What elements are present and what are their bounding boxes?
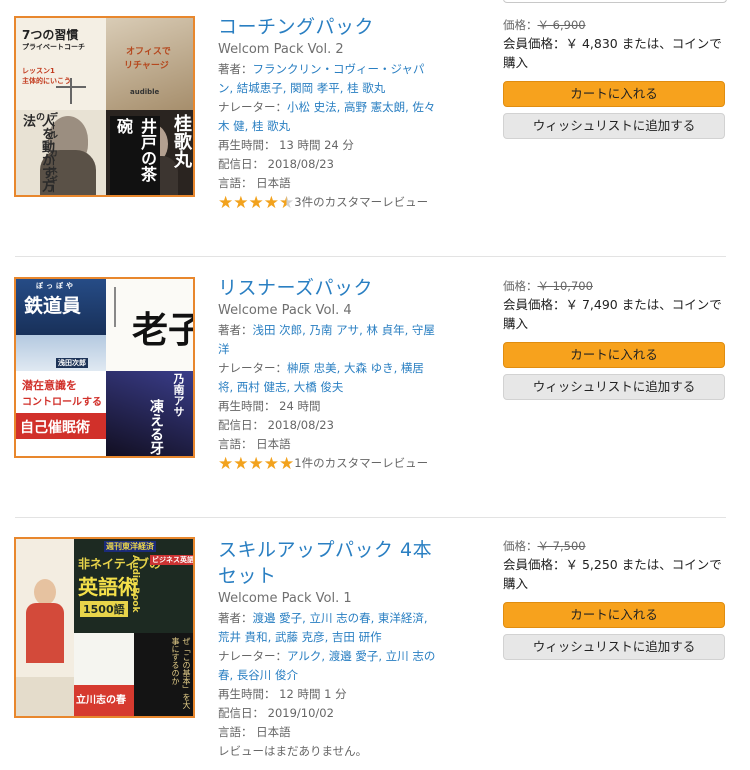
star-full-icon: ★	[248, 193, 264, 213]
product-cover-coaching-pack[interactable]: 7つの習慣 プライベートコーチ レッスン1 主体的にいこう オフィスで リチャー…	[14, 16, 195, 197]
release-date: 配信日： 2018/08/23	[218, 157, 334, 171]
runtime: 再生時間： 24 時間	[218, 399, 321, 413]
product-subtitle: Welcome Pack Vol. 1	[218, 591, 352, 606]
star-half-icon: ★	[279, 193, 295, 213]
add-to-cart-button[interactable]: カートに入れる	[503, 81, 725, 107]
buy-box-listeners-pack: 価格：￥ 10,700 会員価格：￥ 7,490 または、コインで購入 カートに…	[503, 277, 725, 400]
buy-box-coaching-pack: 価格：￥ 6,900 会員価格：￥ 4,830 または、コインで購入 カートに入…	[503, 16, 725, 139]
language: 言語： 日本語	[218, 725, 291, 739]
product-info-coaching-pack: コーチングパック Welcom Pack Vol. 2 著者：フランクリン・コヴ…	[218, 14, 440, 213]
rating-row[interactable]: ★★★★★3件のカスタマーレビュー	[218, 193, 440, 213]
narrators-line: ナレーター：小松 史法, 高野 憲太朗, 佐々木 健, 桂 歌丸	[218, 100, 436, 133]
authors-line: 著者：フランクリン・コヴィー・ジャパン, 結城恵子, 関岡 孝平, 桂 歌丸	[218, 62, 425, 95]
star-full-icon: ★	[248, 454, 264, 474]
star-full-icon: ★	[233, 193, 249, 213]
add-to-wishlist-button[interactable]: ウィッシュリストに追加する	[503, 634, 725, 660]
member-price: 会員価格：￥ 5,250 または、コインで購入	[503, 557, 722, 591]
cover-tile-poppoya: ぽっぽや 鉄道員 浅田次郎	[16, 279, 106, 371]
star-full-icon: ★	[218, 454, 234, 474]
star-full-icon: ★	[279, 454, 295, 474]
star-full-icon: ★	[263, 193, 279, 213]
list-price-line: 価格：￥ 7,500	[503, 539, 586, 553]
cover-tile-utamaru: 井戸の茶碗 桂歌丸	[106, 110, 193, 195]
cover-tile-shinoharu: 立川志の春	[74, 633, 134, 716]
cover-tile-self-hypnosis: 潜在意識を コントロールする 自己催眠術	[16, 371, 106, 456]
runtime: 再生時間： 13 時間 24 分	[218, 138, 354, 152]
cover-tile-kogoeru-kiba: 乃南アサ 凍える牙	[106, 371, 193, 456]
product-title-link[interactable]: スキルアップパック 4本セット	[218, 537, 440, 589]
member-price: 会員価格：￥ 7,490 または、コインで購入	[503, 297, 722, 331]
product-cover-skillup-pack[interactable]: 週刊東洋経済 非ネイティブの 英語術 1500語 ビジネス英語 Audio Bo…	[14, 537, 195, 718]
review-count: 3件のカスタマーレビュー	[294, 195, 429, 209]
add-to-cart-button[interactable]: カートに入れる	[503, 342, 725, 368]
top-border-fragment	[503, 0, 727, 3]
release-date: 配信日： 2019/10/02	[218, 706, 334, 720]
cover-tile-business-lady	[16, 539, 74, 716]
add-to-cart-button[interactable]: カートに入れる	[503, 602, 725, 628]
product-title-link[interactable]: リスナーズパック	[218, 275, 440, 301]
review-count: 1件のカスタマーレビュー	[294, 456, 429, 470]
add-to-wishlist-button[interactable]: ウィッシュリストに追加する	[503, 113, 725, 139]
product-info-skillup-pack: スキルアップパック 4本セット Welcome Pack Vol. 1 著者：渡…	[218, 537, 440, 761]
narrators-line: ナレーター：アルク, 渡邉 愛子, 立川 志の春, 長谷川 俊介	[218, 649, 436, 682]
release-date: 配信日： 2018/08/23	[218, 418, 334, 432]
star-full-icon: ★	[233, 454, 249, 474]
language: 言語： 日本語	[218, 437, 291, 451]
language: 言語： 日本語	[218, 176, 291, 190]
authors-line: 著者：浅田 次郎, 乃南 アサ, 林 貞年, 守屋 洋	[218, 323, 435, 356]
product-divider	[15, 256, 726, 257]
product-info-listeners-pack: リスナーズパック Welcome Pack Vol. 4 著者：浅田 次郎, 乃…	[218, 275, 440, 474]
list-price-line: 価格：￥ 10,700	[503, 279, 593, 293]
cover-tile-world-elite: 世界のエリートはなぜ「この基本」を大事にするのか	[134, 633, 193, 716]
product-divider	[15, 517, 726, 518]
cover-tile-english-skills: 週刊東洋経済 非ネイティブの 英語術 1500語 ビジネス英語 Audio Bo…	[74, 539, 193, 633]
rating-row[interactable]: ★★★★★1件のカスタマーレビュー	[218, 454, 440, 474]
buy-box-skillup-pack: 価格：￥ 7,500 会員価格：￥ 5,250 または、コインで購入 カートに入…	[503, 537, 725, 660]
narrators-line: ナレーター：榊原 忠美, 大森 ゆき, 横居 将, 西村 健志, 大橋 俊夫	[218, 361, 424, 394]
cover-tile-laozi: 老子	[106, 279, 193, 371]
cover-tile-7-habits: 7つの習慣 プライベートコーチ レッスン1 主体的にいこう	[16, 18, 106, 110]
no-reviews-text: レビューはまだありません。	[218, 744, 368, 758]
member-price: 会員価格：￥ 4,830 または、コインで購入	[503, 36, 722, 70]
authors-line: 著者：渡邉 愛子, 立川 志の春, 東洋経済, 荒井 貴和, 武藤 克彦, 吉田…	[218, 611, 428, 644]
product-cover-listeners-pack[interactable]: ぽっぽや 鉄道員 浅田次郎 老子 潜在意識を コントロールする 自己催眠術 乃南…	[14, 277, 195, 458]
list-price-line: 価格：￥ 6,900	[503, 18, 586, 32]
product-subtitle: Welcom Pack Vol. 2	[218, 42, 344, 57]
product-subtitle: Welcome Pack Vol. 4	[218, 303, 352, 318]
cover-tile-office-recharge: オフィスで リチャージ audible	[106, 18, 193, 110]
product-title-link[interactable]: コーチングパック	[218, 14, 440, 40]
runtime: 再生時間： 12 時間 1 分	[218, 687, 347, 701]
star-full-icon: ★	[218, 193, 234, 213]
cover-tile-carnegie: 人を動かす方法 デール・カーネギーの	[16, 110, 106, 195]
star-full-icon: ★	[263, 454, 279, 474]
add-to-wishlist-button[interactable]: ウィッシュリストに追加する	[503, 374, 725, 400]
